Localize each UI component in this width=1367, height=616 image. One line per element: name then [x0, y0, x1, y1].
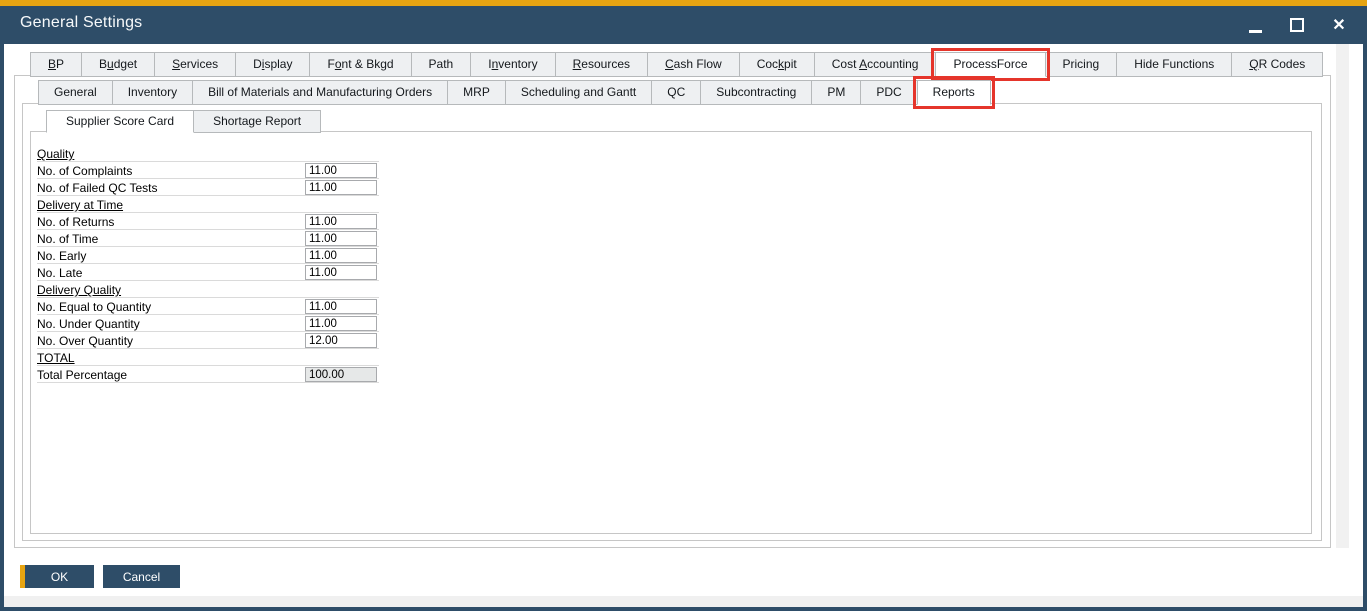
tab-hide-functions[interactable]: Hide Functions [1116, 52, 1232, 77]
field-input-no-of-returns[interactable] [305, 214, 377, 229]
tab-bp[interactable]: BP [30, 52, 82, 77]
field-label: Total Percentage [37, 368, 127, 382]
window-controls: ✕ [1241, 6, 1353, 44]
field-label: No. of Complaints [37, 164, 132, 178]
tab-pm[interactable]: PM [811, 80, 861, 105]
field-input-no-equal-to-quantity[interactable] [305, 299, 377, 314]
tab-subcontracting[interactable]: Subcontracting [700, 80, 812, 105]
section-header-quality: Quality [37, 145, 379, 162]
tab-bill-of-materials-and-manufacturing-orders[interactable]: Bill of Materials and Manufacturing Orde… [192, 80, 448, 105]
section-header-label: Delivery at Time [37, 198, 123, 212]
processforce-tabs-level2: GeneralInventoryBill of Materials and Ma… [38, 80, 990, 105]
form-row-no-of-time: No. of Time [37, 230, 379, 247]
minimize-glyph [1249, 30, 1262, 33]
form-row-no-early: No. Early [37, 247, 379, 264]
field-label: No. of Failed QC Tests [37, 181, 158, 195]
field-input-no-of-time[interactable] [305, 231, 377, 246]
general-settings-window: General Settings ✕ Quality No. of Complai… [0, 0, 1367, 616]
tab-inventory[interactable]: Inventory [470, 52, 555, 77]
ok-accent-bar [20, 565, 25, 588]
tab-services[interactable]: Services [154, 52, 236, 77]
close-icon[interactable]: ✕ [1325, 11, 1353, 39]
form-row-total-percentage: Total Percentage [37, 366, 379, 383]
form-row-no-under-quantity: No. Under Quantity [37, 315, 379, 332]
supplier-score-card-form: Quality No. of Complaints No. of Failed QC… [37, 145, 379, 383]
form-row-no-over-quantity: No. Over Quantity [37, 332, 379, 349]
field-label: No. of Returns [37, 215, 114, 229]
tab-pdc[interactable]: PDC [860, 80, 917, 105]
field-input-no-of-complaints[interactable] [305, 163, 377, 178]
tab-shortage-report[interactable]: Shortage Report [193, 110, 321, 133]
tab-cost-accounting[interactable]: Cost Accounting [814, 52, 937, 77]
tab-scheduling-and-gantt[interactable]: Scheduling and Gantt [505, 80, 652, 105]
tab-reports[interactable]: Reports [917, 80, 991, 105]
field-label: No. Early [37, 249, 86, 263]
tab-display[interactable]: Display [235, 52, 310, 77]
maximize-icon[interactable] [1283, 11, 1311, 39]
form-row-no-of-failed-qc-tests: No. of Failed QC Tests [37, 179, 379, 196]
maximize-glyph [1290, 18, 1304, 32]
section-header-label: TOTAL [37, 351, 75, 365]
field-label: No. Late [37, 266, 82, 280]
footer-band [4, 596, 1363, 607]
field-input-total-percentage[interactable] [305, 367, 377, 382]
minimize-icon[interactable] [1241, 11, 1269, 39]
tab-resources[interactable]: Resources [555, 52, 648, 77]
scrollbar-track[interactable] [1336, 44, 1349, 548]
field-label: No. Under Quantity [37, 317, 140, 331]
settings-tabs-level1: BPBudgetServicesDisplayFont & BkgdPathIn… [30, 52, 1322, 77]
tab-budget[interactable]: Budget [81, 52, 155, 77]
field-input-no-late[interactable] [305, 265, 377, 280]
supplier-score-card-panel: Quality No. of Complaints No. of Failed QC… [30, 131, 1312, 534]
field-label: No. Over Quantity [37, 334, 133, 348]
cancel-button[interactable]: Cancel [103, 565, 180, 588]
tab-general[interactable]: General [38, 80, 113, 105]
section-header-label: Delivery Quality [37, 283, 121, 297]
form-row-no-of-returns: No. of Returns [37, 213, 379, 230]
field-label: No. of Time [37, 232, 98, 246]
tab-mrp[interactable]: MRP [447, 80, 506, 105]
form-row-no-late: No. Late [37, 264, 379, 281]
form-row-no-equal-to-quantity: No. Equal to Quantity [37, 298, 379, 315]
tab-font-bkgd[interactable]: Font & Bkgd [309, 52, 411, 77]
tab-qc[interactable]: QC [651, 80, 701, 105]
ok-button[interactable]: OK [20, 565, 94, 588]
tab-inventory[interactable]: Inventory [112, 80, 193, 105]
dialog-body: Quality No. of Complaints No. of Failed QC… [0, 44, 1367, 611]
tab-path[interactable]: Path [411, 52, 472, 77]
tab-pricing[interactable]: Pricing [1045, 52, 1118, 77]
section-header-delivery-quality: Delivery Quality [37, 281, 379, 298]
tab-qr-codes[interactable]: QR Codes [1231, 52, 1323, 77]
field-label: No. Equal to Quantity [37, 300, 151, 314]
field-input-no-under-quantity[interactable] [305, 316, 377, 331]
tab-cockpit[interactable]: Cockpit [739, 52, 815, 77]
section-header-delivery-at-time: Delivery at Time [37, 196, 379, 213]
tab-processforce[interactable]: ProcessForce [935, 52, 1045, 77]
field-input-no-early[interactable] [305, 248, 377, 263]
tab-supplier-score-card[interactable]: Supplier Score Card [46, 110, 194, 133]
form-row-no-of-complaints: No. of Complaints [37, 162, 379, 179]
field-input-no-of-failed-qc-tests[interactable] [305, 180, 377, 195]
tab-cash-flow[interactable]: Cash Flow [647, 52, 740, 77]
section-header-label: Quality [37, 147, 74, 161]
reports-tabs-level3: Supplier Score CardShortage Report [46, 110, 320, 133]
titlebar: General Settings ✕ [0, 6, 1367, 44]
ok-button-label: OK [51, 570, 68, 584]
section-header-total: TOTAL [37, 349, 379, 366]
window-title: General Settings [20, 14, 142, 32]
field-input-no-over-quantity[interactable] [305, 333, 377, 348]
dialog-buttons: OK Cancel [20, 565, 180, 588]
